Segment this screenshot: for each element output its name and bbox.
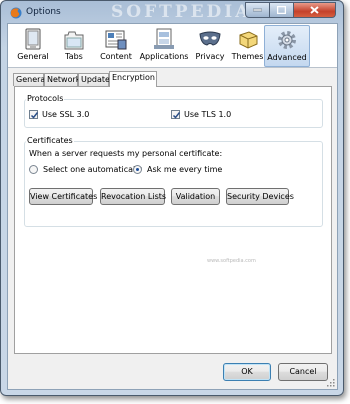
tls-checkbox-row[interactable]: Use TLS 1.0 (171, 110, 231, 119)
certificate-prompt: When a server requests my personal certi… (29, 149, 223, 158)
toolbar-label: Applications (139, 52, 189, 61)
validation-button[interactable]: Validation (171, 188, 220, 205)
toolbar-content[interactable]: Content (97, 25, 135, 67)
radio-select-automatically[interactable]: Select one automatically (29, 165, 142, 174)
options-window: Options SOFTPEDIA General Tabs Content A… (0, 0, 344, 396)
toolbar-label: Advanced (267, 53, 307, 62)
softpedia-watermark: SOFTPEDIA (111, 2, 252, 22)
firefox-app-icon (10, 7, 22, 19)
toolbar-label: Content (100, 52, 132, 61)
toolbar-privacy[interactable]: Privacy (193, 25, 227, 67)
toolbar-label: General (17, 52, 49, 61)
privacy-mask-icon (199, 31, 221, 46)
advanced-gear-icon (278, 31, 296, 49)
window-client-area: General Tabs Content Applications Privac… (7, 23, 338, 390)
resize-grip-icon[interactable] (326, 378, 335, 387)
tab-general[interactable]: General (13, 73, 48, 86)
content-icon (105, 30, 127, 50)
tab-encryption[interactable]: Encryption (109, 71, 157, 87)
title-bar[interactable]: Options SOFTPEDIA (1, 1, 343, 23)
close-button[interactable] (294, 2, 336, 18)
radio-label: Select one automatically (43, 165, 143, 174)
close-icon (310, 6, 319, 14)
softpedia-url-watermark: www.softpedia.com (207, 258, 256, 264)
toolbar-tabs[interactable]: Tabs (57, 25, 91, 67)
minimize-button[interactable] (245, 2, 270, 18)
general-icon (25, 28, 41, 50)
cancel-button[interactable]: Cancel (278, 363, 328, 381)
maximize-button[interactable] (270, 2, 294, 18)
applications-icon (154, 28, 174, 49)
tabs-icon (64, 31, 84, 50)
tab-network[interactable]: Network (44, 73, 80, 86)
view-certificates-button[interactable]: View Certificates (29, 188, 97, 205)
tls-checkbox[interactable] (171, 110, 181, 119)
tab-update[interactable]: Update (78, 73, 110, 86)
ssl-label: Use SSL 3.0 (42, 110, 90, 119)
radio-label: Ask me every time (147, 165, 223, 174)
toolbar-label: Themes (231, 52, 264, 61)
toolbar-applications[interactable]: Applications (139, 25, 189, 67)
radio-ask-every-time[interactable]: Ask me every time (133, 165, 222, 174)
toolbar-general[interactable]: General (14, 25, 52, 67)
preferences-toolbar: General Tabs Content Applications Privac… (8, 24, 337, 68)
protocols-title: Protocols (26, 94, 65, 103)
ssl-checkbox-row[interactable]: Use SSL 3.0 (29, 110, 89, 119)
security-devices-button[interactable]: Security Devices (226, 188, 294, 205)
revocation-lists-button[interactable]: Revocation Lists (100, 188, 166, 205)
ssl-checkbox[interactable] (29, 110, 39, 119)
certificates-title: Certificates (26, 136, 74, 145)
radio-button[interactable] (133, 165, 142, 174)
minimize-icon (253, 8, 262, 12)
maximize-icon (277, 6, 286, 14)
toolbar-advanced[interactable]: Advanced (264, 25, 310, 67)
caption-buttons (245, 2, 336, 18)
themes-icon (239, 31, 257, 49)
checkmark-icon (30, 112, 39, 119)
encryption-panel: Protocols Use SSL 3.0 Use TLS 1.0 Certif… (14, 86, 332, 354)
window-title: Options (26, 7, 61, 17)
tls-label: Use TLS 1.0 (184, 110, 232, 119)
toolbar-label: Privacy (195, 52, 225, 61)
radio-button[interactable] (29, 165, 38, 174)
ok-button[interactable]: OK (223, 363, 271, 381)
checkmark-icon (172, 112, 181, 119)
toolbar-themes[interactable]: Themes (230, 25, 265, 67)
toolbar-label: Tabs (65, 52, 83, 61)
